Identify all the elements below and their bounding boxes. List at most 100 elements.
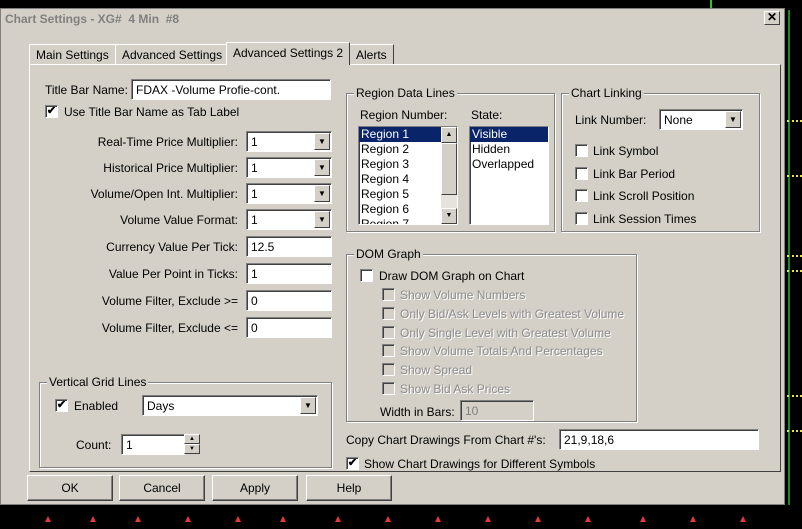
chevron-down-icon[interactable]: ▼ xyxy=(314,211,330,228)
historical-multiplier-combo[interactable]: 1 ▼ xyxy=(246,157,332,178)
show-volume-numbers-checkbox[interactable] xyxy=(382,288,395,301)
link-symbol-label: Link Symbol xyxy=(593,144,659,158)
chart-linking-group: Chart Linking Link Number: None ▼ Link Sy… xyxy=(561,86,760,232)
chevron-down-icon[interactable]: ▼ xyxy=(314,159,330,176)
currency-per-tick-label: Currency Value Per Tick: xyxy=(106,240,238,254)
link-number-value: None xyxy=(664,113,693,127)
value-per-point-label: Value Per Point in Ticks: xyxy=(108,267,238,281)
grid-enabled-checkbox[interactable]: ✔ xyxy=(55,399,68,412)
link-number-label: Link Number: xyxy=(575,113,647,127)
link-bar-period-checkbox[interactable] xyxy=(575,167,588,180)
vertical-grid-title: Vertical Grid Lines xyxy=(47,375,149,389)
link-number-combo[interactable]: None ▼ xyxy=(659,109,743,130)
volume-filter-gte-label: Volume Filter, Exclude >= xyxy=(101,294,238,308)
historical-multiplier-value: 1 xyxy=(251,161,258,175)
draw-dom-graph-checkbox[interactable] xyxy=(360,269,373,282)
dialog-title: Chart Settings - XG# 4 Min #8 xyxy=(1,9,784,27)
show-drawings-checkbox[interactable]: ✔ xyxy=(346,457,359,470)
region-data-group: Region Data Lines Region Number: State: … xyxy=(346,86,555,232)
cancel-button[interactable]: Cancel xyxy=(119,475,205,501)
volume-totals-checkbox[interactable] xyxy=(382,344,395,357)
volume-format-value: 1 xyxy=(251,213,258,227)
realtime-multiplier-combo[interactable]: 1 ▼ xyxy=(246,131,332,152)
bid-ask-prices-label: Show Bid Ask Prices xyxy=(400,382,511,396)
show-drawings-label: Show Chart Drawings for Different Symbol… xyxy=(364,457,596,471)
chart-settings-dialog: Chart Settings - XG# 4 Min #8 ✕ Main Set… xyxy=(0,8,785,505)
link-session-times-checkbox[interactable] xyxy=(575,212,588,225)
grid-enabled-label: Enabled xyxy=(74,399,119,413)
volume-filter-lte-input[interactable]: 0 xyxy=(246,317,332,338)
scroll-up-icon[interactable]: ▲ xyxy=(441,127,457,143)
help-button[interactable]: Help xyxy=(306,475,392,501)
bid-ask-prices-checkbox[interactable] xyxy=(382,382,395,395)
dom-graph-group: DOM Graph Draw DOM Graph on Chart Show V… xyxy=(346,247,637,422)
link-bar-period-label: Link Bar Period xyxy=(593,167,676,181)
historical-multiplier-label: Historical Price Multiplier: xyxy=(103,161,238,175)
chart-linking-title: Chart Linking xyxy=(569,86,644,100)
chevron-down-icon[interactable]: ▼ xyxy=(300,397,316,414)
tab-advanced-settings[interactable]: Advanced Settings xyxy=(115,44,230,64)
greatest-levels-checkbox[interactable] xyxy=(382,307,395,320)
show-volume-numbers-label: Show Volume Numbers xyxy=(400,288,526,302)
scroll-down-icon[interactable]: ▼ xyxy=(441,208,457,224)
list-item[interactable]: Overlapped xyxy=(470,157,548,172)
close-button[interactable]: ✕ xyxy=(764,11,780,25)
region-number-list[interactable]: Region 1 Region 2 Region 3 Region 4 Regi… xyxy=(358,126,458,225)
single-level-checkbox[interactable] xyxy=(382,326,395,339)
region-number-label: Region Number: xyxy=(360,108,448,122)
title-bar-name-input[interactable]: FDAX -Volume Profie-cont. xyxy=(131,79,331,100)
list-item[interactable]: Hidden xyxy=(470,142,548,157)
width-in-bars-label: Width in Bars: xyxy=(380,405,455,419)
region-data-title: Region Data Lines xyxy=(354,86,457,100)
volume-filter-gte-input[interactable]: 0 xyxy=(246,290,332,311)
state-label: State: xyxy=(471,108,503,122)
volume-format-combo[interactable]: 1 ▼ xyxy=(246,209,332,230)
link-session-times-label: Link Session Times xyxy=(593,212,697,226)
check-icon: ✔ xyxy=(46,105,57,117)
list-item[interactable]: Visible xyxy=(470,127,548,142)
chevron-down-icon[interactable]: ▼ xyxy=(725,111,741,128)
ok-button[interactable]: OK xyxy=(27,475,113,501)
apply-button[interactable]: Apply xyxy=(212,475,298,501)
spin-up-icon[interactable]: ▲ xyxy=(184,434,200,444)
scroll-thumb[interactable] xyxy=(441,143,457,195)
tab-alerts[interactable]: Alerts xyxy=(349,44,394,64)
width-in-bars-input[interactable]: 10 xyxy=(460,400,534,421)
link-scroll-position-checkbox[interactable] xyxy=(575,189,588,202)
copy-drawings-input[interactable]: 21,9,18,6 xyxy=(559,429,759,450)
link-scroll-position-label: Link Scroll Position xyxy=(593,189,695,203)
grid-count-stepper[interactable]: ▲ ▼ xyxy=(184,434,200,455)
vertical-grid-group: Vertical Grid Lines ✔ Enabled Days ▼ Coun… xyxy=(39,375,332,468)
volume-format-label: Volume Value Format: xyxy=(120,213,238,227)
realtime-multiplier-label: Real-Time Price Multiplier: xyxy=(97,135,238,149)
currency-per-tick-input[interactable]: 12.5 xyxy=(246,236,332,257)
tab-main-settings[interactable]: Main Settings xyxy=(29,44,116,64)
grid-count-input[interactable]: 1 xyxy=(121,434,185,455)
copy-drawings-label: Copy Chart Drawings From Chart #'s: xyxy=(346,433,546,447)
title-bar-name-label: Title Bar Name: xyxy=(45,83,128,97)
state-list[interactable]: Visible Hidden Overlapped xyxy=(469,126,549,225)
grid-count-label: Count: xyxy=(76,438,112,452)
dom-graph-title: DOM Graph xyxy=(354,247,423,261)
greatest-levels-label: Only Bid/Ask Levels with Greatest Volume xyxy=(400,307,625,321)
value-per-point-input[interactable]: 1 xyxy=(246,263,332,284)
volume-multiplier-combo[interactable]: 1 ▼ xyxy=(246,183,332,204)
region-list-scrollbar[interactable]: ▲ ▼ xyxy=(441,127,457,224)
use-title-tab-label-checkbox[interactable]: ✔ xyxy=(45,105,58,118)
volume-totals-label: Show Volume Totals And Percentages xyxy=(400,344,603,358)
volume-filter-lte-label: Volume Filter, Exclude <= xyxy=(101,321,238,335)
show-spread-checkbox[interactable] xyxy=(382,363,395,376)
realtime-multiplier-value: 1 xyxy=(251,135,258,149)
volume-multiplier-value: 1 xyxy=(251,187,258,201)
single-level-label: Only Single Level with Greatest Volume xyxy=(400,326,611,340)
grid-interval-combo[interactable]: Days ▼ xyxy=(142,395,318,416)
draw-dom-graph-label: Draw DOM Graph on Chart xyxy=(379,269,525,283)
tab-advanced-settings-2[interactable]: Advanced Settings 2 xyxy=(226,42,351,65)
link-symbol-checkbox[interactable] xyxy=(575,144,588,157)
chevron-down-icon[interactable]: ▼ xyxy=(314,185,330,202)
volume-multiplier-label: Volume/Open Int. Multiplier: xyxy=(90,187,238,201)
close-icon: ✕ xyxy=(766,10,778,24)
spin-down-icon[interactable]: ▼ xyxy=(184,444,200,454)
check-icon: ✔ xyxy=(56,399,67,411)
chevron-down-icon[interactable]: ▼ xyxy=(314,133,330,150)
